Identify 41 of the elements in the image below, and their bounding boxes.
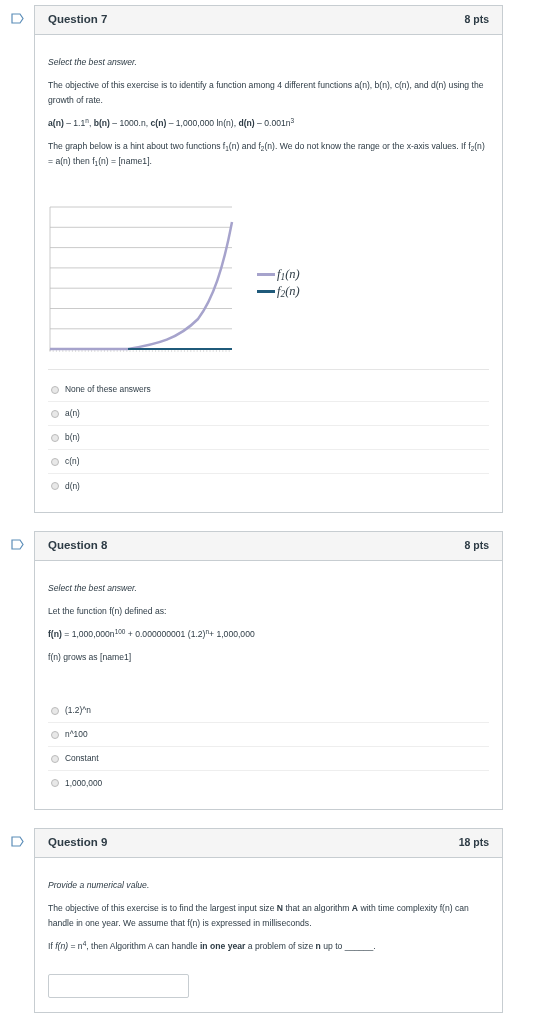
points-label: 8 pts bbox=[464, 12, 489, 28]
answer-label: d(n) bbox=[65, 479, 80, 493]
answer-label: a(n) bbox=[65, 407, 80, 420]
answer-label: c(n) bbox=[65, 455, 80, 468]
radio-button[interactable] bbox=[51, 754, 59, 763]
instruction-text: Select the best answer. bbox=[48, 56, 138, 69]
answer-label: Constant bbox=[65, 752, 99, 765]
instruction-text: Provide a numerical value. bbox=[48, 879, 151, 892]
points-label: 18 pts bbox=[458, 835, 489, 851]
legend-label: f$_{2}$(n) bbox=[277, 283, 300, 300]
instruction-text: Select the best answer. bbox=[48, 582, 138, 595]
answer-label: None of these answers bbox=[65, 383, 151, 396]
question-text: If f(n) = n$^{4}$, then Algorithm A can handle in one year a problem of size n up to ______. bbox=[48, 939, 377, 953]
radio-button[interactable] bbox=[51, 482, 59, 490]
question-text: f(n) grows as [name1] bbox=[48, 651, 133, 664]
answer-field[interactable] bbox=[48, 974, 189, 998]
answer-label: (1.2)^n bbox=[65, 704, 91, 717]
points-label: 8 pts bbox=[464, 538, 489, 554]
question-title: Question 9 bbox=[48, 835, 108, 851]
question-text: The graph below is a hint about two functions f$_{1}$(n) and f$_{2}$(n). We do not know the range or the x-axis values. If f$_{2}$(n) = a(n) then f$_{1}$(n) = [name1]. bbox=[48, 140, 486, 169]
radio-button[interactable] bbox=[51, 779, 59, 787]
radio-button[interactable] bbox=[51, 409, 59, 418]
question-text: f(n) = 1,000,000n$^{100}$ + 0.000000001 (1.2)$^{n}$+ 1,000,000 bbox=[48, 627, 256, 641]
radio-button[interactable] bbox=[51, 385, 59, 394]
answer-label: n^100 bbox=[65, 728, 88, 741]
question-text: a(n) – 1.1$^{n}$, b(n) – 1000.n, c(n) – 1,000,000 ln(n), d(n) – 0.001n$^{3}$ bbox=[48, 116, 296, 130]
radio-button[interactable] bbox=[51, 730, 59, 739]
question-text: Let the function f(n) defined as: bbox=[48, 605, 168, 618]
question-title: Question 7 bbox=[48, 12, 108, 28]
question-text: The objective of this exercise is to find the largest input size N that an algorithm A with time complexity f(n) can handle in one year. We assume that f(n) is expressed in milliseconds. bbox=[48, 902, 470, 930]
question-title: Question 8 bbox=[48, 538, 108, 554]
radio-button[interactable] bbox=[51, 433, 59, 442]
question-text: The objective of this exercise is to identify a function among 4 different functions a(n), b(n), c(n), and d(n) using the growth of rate. bbox=[48, 79, 485, 107]
radio-button[interactable] bbox=[51, 706, 59, 715]
flag-icon[interactable] bbox=[10, 836, 24, 847]
flag-icon[interactable] bbox=[10, 539, 24, 550]
flag-icon[interactable] bbox=[10, 13, 24, 24]
legend-label: f$_{1}$(n) bbox=[277, 266, 300, 283]
answer-label: 1,000,000 bbox=[65, 776, 103, 790]
answer-label: b(n) bbox=[65, 431, 80, 444]
radio-button[interactable] bbox=[51, 457, 59, 466]
